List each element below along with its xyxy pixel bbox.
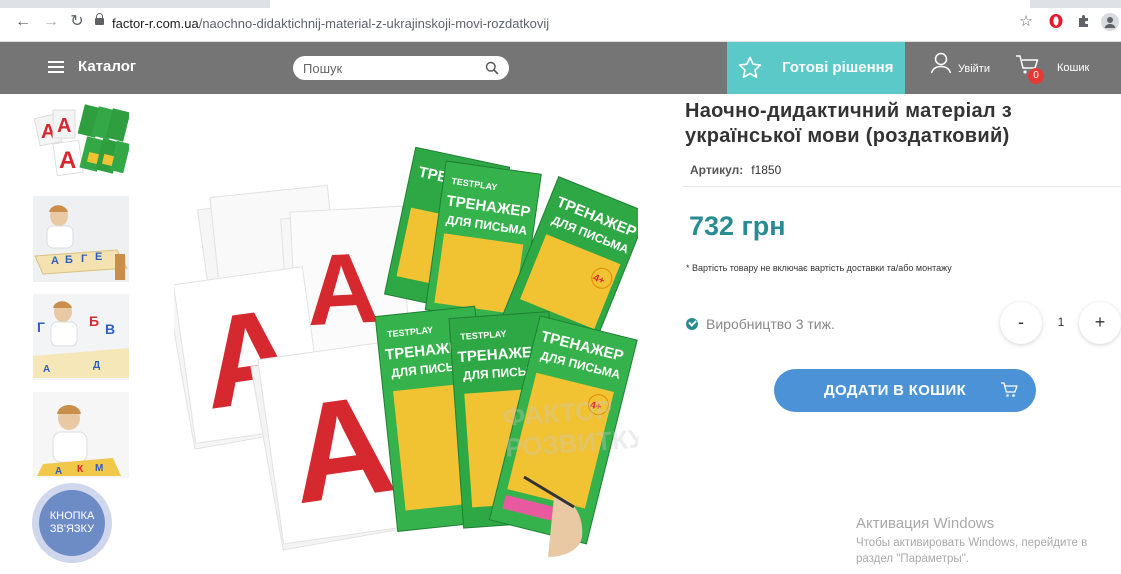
cart-icon — [1001, 382, 1018, 397]
price-note: * Вартість товару не включає вартість до… — [686, 263, 952, 273]
thumbnail-3[interactable]: Г Б В А Д — [33, 294, 129, 380]
svg-text:М: М — [95, 463, 103, 474]
check-circle-icon — [686, 318, 698, 330]
url-path: /naochno-didaktichnij-material-z-ukrajin… — [198, 16, 550, 31]
product-sku: Артикул: f1850 — [690, 163, 781, 177]
search-input[interactable] — [303, 59, 473, 77]
thumbnail-2[interactable]: А Б Г Е — [33, 196, 129, 282]
bookmark-star-icon[interactable]: ☆ — [1017, 13, 1035, 31]
profile-avatar-icon[interactable] — [1101, 13, 1119, 31]
search-box — [293, 56, 509, 80]
svg-text:В: В — [105, 321, 115, 337]
svg-text:Б: Б — [65, 254, 73, 266]
add-to-cart-button[interactable]: ДОДАТИ В КОШИК — [774, 369, 1036, 412]
watermark-title: Активация Windows — [856, 515, 995, 532]
letters-cards-thumb: A A A — [33, 98, 129, 184]
hamburger-icon — [48, 60, 64, 73]
svg-text:А: А — [55, 466, 62, 477]
svg-text:Е: Е — [95, 251, 102, 263]
quantity-plus-button[interactable]: + — [1079, 302, 1121, 344]
extensions-puzzle-icon[interactable] — [1075, 13, 1093, 31]
address-bar[interactable]: factor-r.com.ua/naochno-didaktichnij-mat… — [95, 12, 995, 36]
windows-activation-watermark: Активация Windows Чтобы активировать Win… — [856, 515, 1087, 567]
cart-count-badge: 0 — [1028, 68, 1044, 84]
contact-button[interactable]: КНОПКА ЗВ'ЯЗКУ — [39, 490, 105, 556]
quantity-stepper: - 1 + — [1000, 302, 1121, 344]
tab-strip — [0, 0, 1121, 8]
reload-icon[interactable]: ↻ — [68, 13, 86, 31]
quantity-minus-button[interactable]: - — [1000, 302, 1042, 344]
svg-text:К: К — [77, 464, 84, 475]
svg-text:Д: Д — [93, 360, 100, 371]
quantity-value[interactable]: 1 — [1050, 315, 1072, 329]
child-writing-thumb: А К М — [33, 392, 129, 478]
product-price: 732 грн — [689, 211, 786, 241]
user-icon — [930, 52, 952, 74]
child-letters-thumb: Г Б В А Д — [33, 294, 129, 380]
sku-value: f1850 — [751, 163, 782, 177]
catalog-menu-button[interactable]: Каталог — [48, 58, 136, 75]
back-arrow-icon[interactable]: ← — [14, 13, 32, 31]
ready-solutions-button[interactable]: Готові рішення — [727, 42, 905, 94]
add-to-cart-label: ДОДАТИ В КОШИК — [824, 382, 967, 399]
catalog-label: Каталог — [78, 58, 137, 75]
svg-text:Г: Г — [81, 253, 88, 265]
child-table-thumb: А Б Г Е — [33, 196, 129, 282]
trainer-packs: ТРЕНАЖЕР TESTPLAY ТРЕНАЖЕР ДЛЯ ПИСЬМА ТР… — [374, 146, 638, 557]
product-photo: A A A ТРЕНАЖЕР TESTPLAY ТРЕНАЖЕР ДЛЯ ПИС… — [174, 97, 638, 561]
product-main-image[interactable]: A A A ТРЕНАЖЕР TESTPLAY ТРЕНАЖЕР ДЛЯ ПИС… — [174, 97, 638, 561]
svg-text:A: A — [57, 115, 71, 137]
svg-text:A: A — [303, 232, 381, 348]
svg-text:А: А — [51, 255, 59, 267]
contact-button-halo: КНОПКА ЗВ'ЯЗКУ — [32, 483, 112, 563]
search-icon[interactable] — [485, 61, 499, 75]
active-tab[interactable] — [270, 0, 1030, 8]
production-status: Виробництво 3 тиж. — [686, 316, 835, 332]
cart-label: Кошик — [1057, 62, 1090, 74]
sku-label: Артикул: — [690, 163, 744, 177]
ready-solutions-label: Готові рішення — [782, 59, 894, 76]
svg-text:Б: Б — [89, 313, 99, 329]
star-icon — [738, 56, 762, 78]
site-header: Каталог Готові рішення Увійти 0 Кошик — [0, 42, 1121, 94]
opera-extension-icon[interactable] — [1047, 13, 1065, 31]
svg-text:Г: Г — [37, 319, 45, 335]
image-watermark: ФАКТОР РОЗВИТКУ — [502, 394, 638, 463]
svg-text:А: А — [43, 364, 50, 375]
watermark-line-3: раздел "Параметры". — [856, 553, 969, 565]
watermark-line-2: Чтобы активировать Windows, перейдите в — [856, 537, 1088, 549]
divider — [683, 186, 1121, 187]
browser-toolbar: ← → ↻ factor-r.com.ua/naochno-didaktichn… — [0, 0, 1121, 42]
url-domain: factor-r.com.ua — [112, 16, 199, 31]
lock-icon — [95, 13, 104, 26]
product-title: Наочно-дидактичний матеріал з українсько… — [685, 100, 1012, 147]
production-label: Виробництво 3 тиж. — [706, 316, 835, 332]
thumbnail-4[interactable]: А К М — [33, 392, 129, 478]
forward-arrow-icon[interactable]: → — [42, 13, 60, 31]
svg-text:A: A — [59, 147, 76, 174]
thumbnail-1[interactable]: A A A — [33, 98, 129, 184]
login-label: Увійти — [958, 63, 990, 75]
